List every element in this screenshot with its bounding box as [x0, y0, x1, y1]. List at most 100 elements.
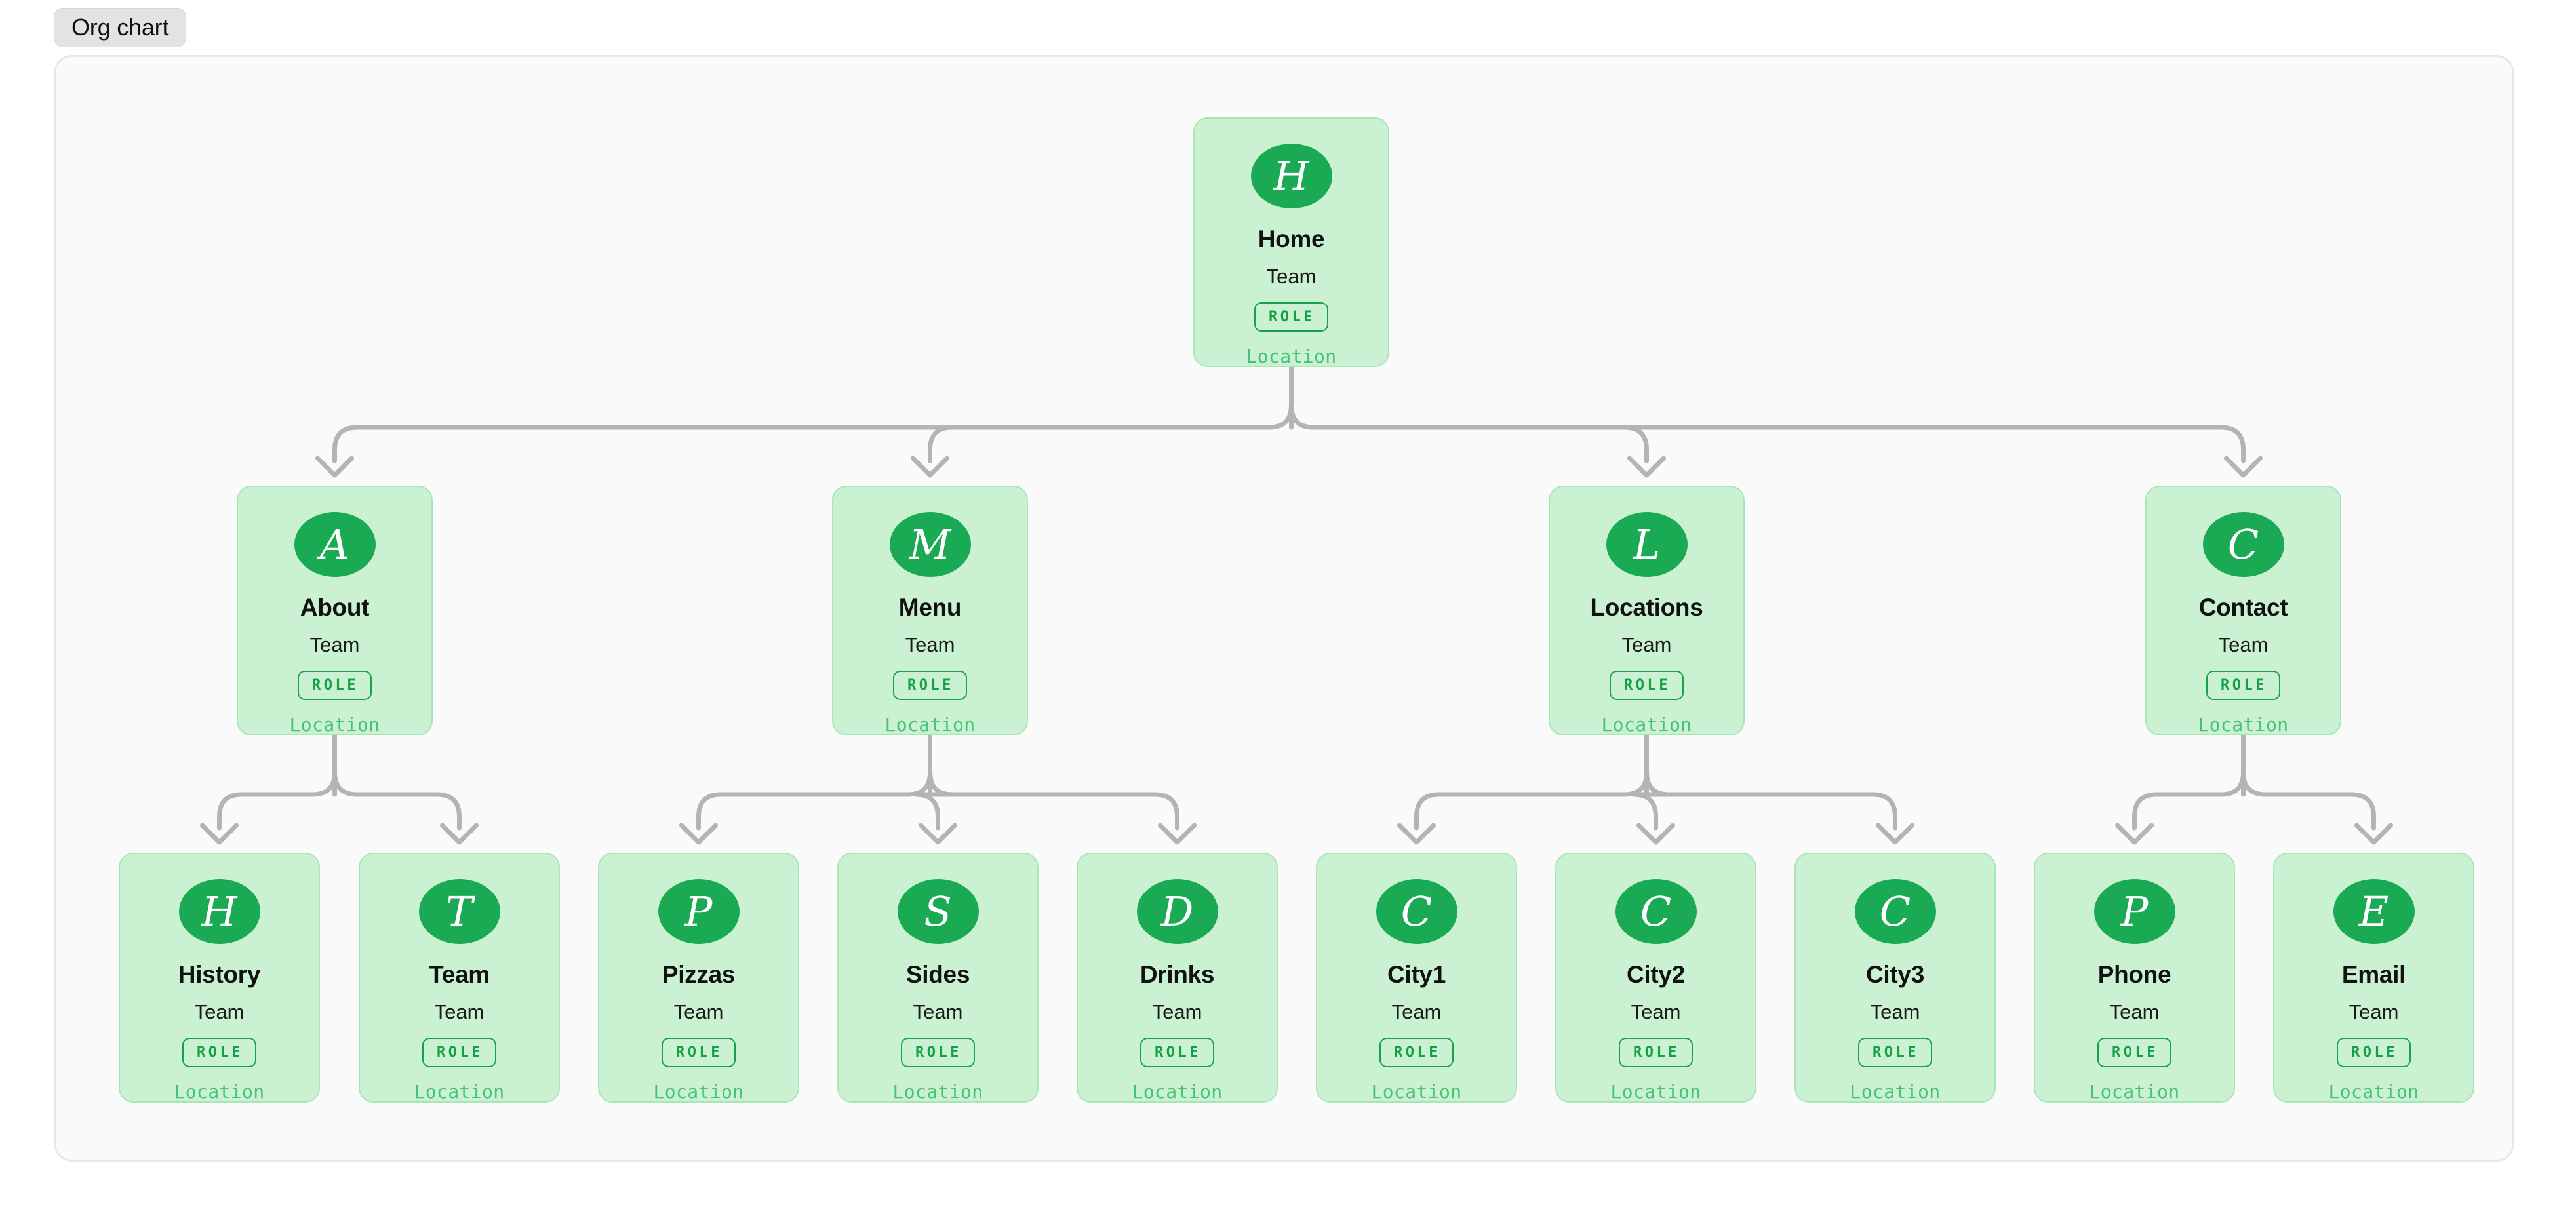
- edge-contact-email: [2241, 770, 2376, 831]
- org-node-city3[interactable]: C City3 Team ROLE Location: [1794, 853, 1996, 1103]
- avatar: C: [1854, 879, 1936, 944]
- edge-contact-phone: [2132, 770, 2246, 831]
- avatar: M: [889, 512, 971, 577]
- node-team: Team: [2218, 633, 2269, 656]
- edge-menu-pizzas: [696, 770, 932, 831]
- org-node-sides[interactable]: S Sides Team ROLE Location: [837, 853, 1039, 1103]
- node-team: Team: [309, 633, 360, 656]
- node-team: Team: [2109, 1000, 2160, 1023]
- arrowhead-locations: [1627, 456, 1666, 478]
- org-node-phone[interactable]: P Phone Team ROLE Location: [2034, 853, 2235, 1103]
- edge-locations-city3: [1644, 770, 1897, 831]
- edge-menu-sides: [913, 770, 955, 831]
- node-location: Location: [414, 1081, 505, 1103]
- arrowhead-team: [440, 823, 479, 845]
- node-team: Team: [1621, 633, 1672, 656]
- node-name: History: [178, 961, 261, 988]
- role-badge: ROLE: [422, 1038, 496, 1067]
- avatar: C: [1615, 879, 1697, 944]
- node-location: Location: [2198, 714, 2289, 735]
- tab-label: Org chart: [71, 14, 169, 41]
- node-name: City1: [1387, 961, 1446, 988]
- node-location: Location: [1610, 1081, 1701, 1103]
- arrowhead-phone: [2115, 823, 2154, 845]
- node-team: Team: [913, 1000, 963, 1023]
- edge-locations-city1: [1414, 770, 1649, 831]
- node-team: Team: [1631, 1000, 1681, 1023]
- node-location: Location: [1850, 1081, 1941, 1103]
- org-node-contact[interactable]: C Contact Team ROLE Location: [2145, 486, 2341, 735]
- node-team: Team: [673, 1000, 724, 1023]
- org-node-about[interactable]: A About Team ROLE Location: [237, 486, 433, 735]
- node-location: Location: [289, 714, 380, 735]
- node-team: Team: [1152, 1000, 1202, 1023]
- role-badge: ROLE: [1619, 1038, 1693, 1067]
- node-team: Team: [1870, 1000, 1920, 1023]
- node-team: Team: [194, 1000, 245, 1023]
- node-team: Team: [905, 633, 955, 656]
- avatar: T: [418, 879, 500, 944]
- node-team: Team: [434, 1000, 485, 1023]
- node-location: Location: [1132, 1081, 1223, 1103]
- role-badge: ROLE: [1610, 671, 1684, 700]
- node-name: About: [300, 594, 370, 621]
- role-badge: ROLE: [1140, 1038, 1214, 1067]
- node-name: Team: [429, 961, 490, 988]
- node-name: Menu: [898, 594, 962, 621]
- role-badge: ROLE: [182, 1038, 256, 1067]
- arrowhead-city3: [1876, 823, 1914, 845]
- arrowhead-drinks: [1158, 823, 1197, 845]
- edge-locations-city2: [1631, 770, 1671, 831]
- arrowhead-menu: [911, 456, 949, 478]
- node-team: Team: [2348, 1000, 2399, 1023]
- arrowhead-contact: [2224, 456, 2263, 478]
- avatar: C: [1376, 879, 1457, 944]
- org-node-email[interactable]: E Email Team ROLE Location: [2273, 853, 2474, 1103]
- node-name: Sides: [905, 961, 970, 988]
- org-node-menu[interactable]: M Menu Team ROLE Location: [832, 486, 1028, 735]
- org-node-locations[interactable]: L Locations Team ROLE Location: [1549, 486, 1745, 735]
- arrowhead-history: [200, 823, 239, 845]
- avatar: P: [658, 879, 740, 944]
- org-node-history[interactable]: H History Team ROLE Location: [119, 853, 320, 1103]
- role-badge: ROLE: [1379, 1038, 1454, 1067]
- node-team: Team: [1266, 265, 1317, 288]
- node-location: Location: [2089, 1081, 2180, 1103]
- avatar: D: [1136, 879, 1218, 944]
- node-location: Location: [174, 1081, 265, 1103]
- avatar: H: [1250, 144, 1332, 208]
- avatar: C: [2202, 512, 2284, 577]
- arrowhead-city1: [1397, 823, 1436, 845]
- edge-about-team: [332, 770, 462, 831]
- avatar: H: [178, 879, 260, 944]
- org-node-city1[interactable]: C City1 Team ROLE Location: [1316, 853, 1517, 1103]
- avatar: A: [294, 512, 376, 577]
- tab-bar: Org chart: [0, 0, 2576, 55]
- node-name: Email: [2341, 961, 2406, 988]
- avatar: L: [1606, 512, 1688, 577]
- role-badge: ROLE: [2097, 1038, 2171, 1067]
- org-node-drinks[interactable]: D Drinks Team ROLE Location: [1077, 853, 1278, 1103]
- node-location: Location: [884, 714, 976, 735]
- edge-home-locations: [1289, 402, 1649, 463]
- node-location: Location: [1246, 345, 1337, 367]
- role-badge: ROLE: [2337, 1038, 2411, 1067]
- org-node-pizzas[interactable]: P Pizzas Team ROLE Location: [598, 853, 799, 1103]
- tab-org-chart[interactable]: Org chart: [54, 8, 187, 47]
- node-team: Team: [1391, 1000, 1442, 1023]
- org-chart-canvas[interactable]: H Home Team ROLE Location A About Team ROLE Locat…: [54, 55, 2514, 1162]
- node-name: Contact: [2198, 594, 2288, 621]
- node-name: Drinks: [1139, 961, 1215, 988]
- arrowhead-about: [315, 456, 354, 478]
- node-name: Phone: [2097, 961, 2171, 988]
- org-node-home[interactable]: H Home Team ROLE Location: [1193, 117, 1389, 367]
- avatar: S: [897, 879, 979, 944]
- node-location: Location: [892, 1081, 983, 1103]
- arrowhead-email: [2354, 823, 2393, 845]
- org-node-city2[interactable]: C City2 Team ROLE Location: [1555, 853, 1756, 1103]
- role-badge: ROLE: [893, 671, 967, 700]
- node-name: Home: [1258, 226, 1325, 252]
- org-node-team[interactable]: T Team Team ROLE Location: [359, 853, 560, 1103]
- node-location: Location: [2328, 1081, 2419, 1103]
- node-location: Location: [653, 1081, 744, 1103]
